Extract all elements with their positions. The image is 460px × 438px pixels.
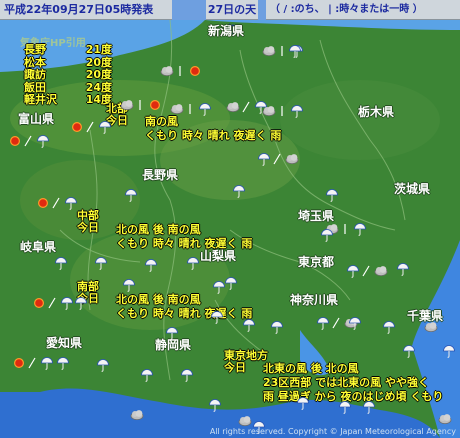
weather-symbol [144, 258, 158, 272]
pref-aichi: 愛知県 [46, 336, 83, 350]
weather-symbol [257, 152, 299, 166]
weather-symbol [124, 188, 138, 202]
weather-symbol [224, 276, 238, 290]
forecast-central-area: 中部 今日 [77, 209, 99, 234]
weather-symbol [120, 98, 162, 112]
pref-tochigi: 栃木県 [358, 105, 395, 119]
weather-symbol [96, 358, 110, 372]
weather-symbol [170, 102, 212, 116]
forecast-tokyo-area: 東京地方 今日 [224, 349, 268, 374]
weather-symbol [165, 326, 179, 340]
weather-symbol [442, 344, 456, 358]
weather-symbol [94, 256, 108, 270]
weather-symbol [320, 228, 334, 242]
weather-symbol [36, 196, 78, 210]
temperature-table: 長野 21度 松本 20度 諏訪 20度 飯田 24度 軽井沢 14度 [24, 43, 112, 107]
forecast-tokyo-line2: 23区西部 では北東の風 やや強く [263, 376, 429, 389]
weather-symbol [180, 368, 194, 382]
weather-symbol [438, 412, 452, 426]
weather-symbol [338, 400, 352, 414]
weather-symbol [186, 256, 200, 270]
weather-symbol [208, 398, 222, 412]
forecast-south-weather: くもり 時々 晴れ 夜遅く 雨 [116, 307, 253, 320]
pref-toyama: 富山県 [18, 112, 55, 126]
pref-tokyo: 東京都 [298, 255, 335, 269]
weather-symbol [232, 184, 246, 198]
forecast-tokyo-line3: 雨 昼過ぎ から 夜のはじめ頃 くもり [263, 390, 444, 403]
weather-symbol [325, 188, 339, 202]
weather-symbol [54, 256, 68, 270]
symbol-legend: （ / :のち、 | :時々または一時 ） [266, 0, 460, 20]
pref-kanagawa: 神奈川県 [290, 293, 339, 307]
temp-row: 軽井沢 14度 [24, 93, 112, 107]
weather-symbol [396, 262, 410, 276]
weather-symbol [70, 120, 112, 134]
forecast-north-weather: くもり 時々 晴れ 夜遅く 雨 [145, 129, 282, 142]
weather-symbol [346, 264, 388, 278]
forecast-central-weather: くもり 時々 晴れ 夜遅く 雨 [116, 237, 253, 250]
issued-date: 平成22年09月27日05時発表 [0, 0, 172, 20]
weather-symbol [296, 396, 310, 410]
weather-symbol [140, 368, 154, 382]
weather-symbol [56, 356, 70, 370]
weather-symbol [160, 64, 202, 78]
weather-symbol [402, 344, 416, 358]
weather-symbol [382, 320, 396, 334]
weather-symbol [8, 134, 50, 148]
weather-map: 平成22年09月27日05時発表 27日の天気 （ / :のち、 | :時々また… [0, 0, 460, 438]
copyright: All rights reserved. Copyright © Japan M… [209, 427, 456, 436]
weather-symbol [362, 400, 376, 414]
pref-gifu: 岐阜県 [20, 240, 57, 254]
weather-symbol [122, 278, 136, 292]
weather-symbol [242, 318, 256, 332]
forecast-tokyo-wind: 北東の風 後 北の風 [263, 362, 359, 375]
pref-nagano: 長野県 [142, 168, 179, 182]
weather-symbol [424, 320, 438, 334]
weather-symbol [348, 316, 362, 330]
weather-symbol [270, 320, 284, 334]
pref-niigata: 新潟県 [208, 24, 245, 38]
weather-symbol [12, 356, 54, 370]
weather-symbol [32, 296, 74, 310]
weather-symbol [74, 296, 88, 310]
forecast-central-wind: 北の風 後 南の風 [116, 223, 201, 236]
temp-row: 長野 21度 [24, 43, 112, 56]
weather-symbol [238, 414, 252, 428]
forecast-south-wind: 北の風 後 南の風 [116, 293, 201, 306]
temp-row: 諏訪 20度 [24, 68, 112, 82]
pref-ibaraki: 茨城県 [394, 182, 431, 196]
forecast-day: 27日の天気 [206, 0, 258, 36]
weather-symbol [130, 408, 144, 422]
weather-symbol [288, 44, 302, 58]
forecast-north-wind: 南の風 [145, 115, 178, 128]
weather-symbol [210, 310, 224, 324]
weather-symbol [262, 104, 304, 118]
